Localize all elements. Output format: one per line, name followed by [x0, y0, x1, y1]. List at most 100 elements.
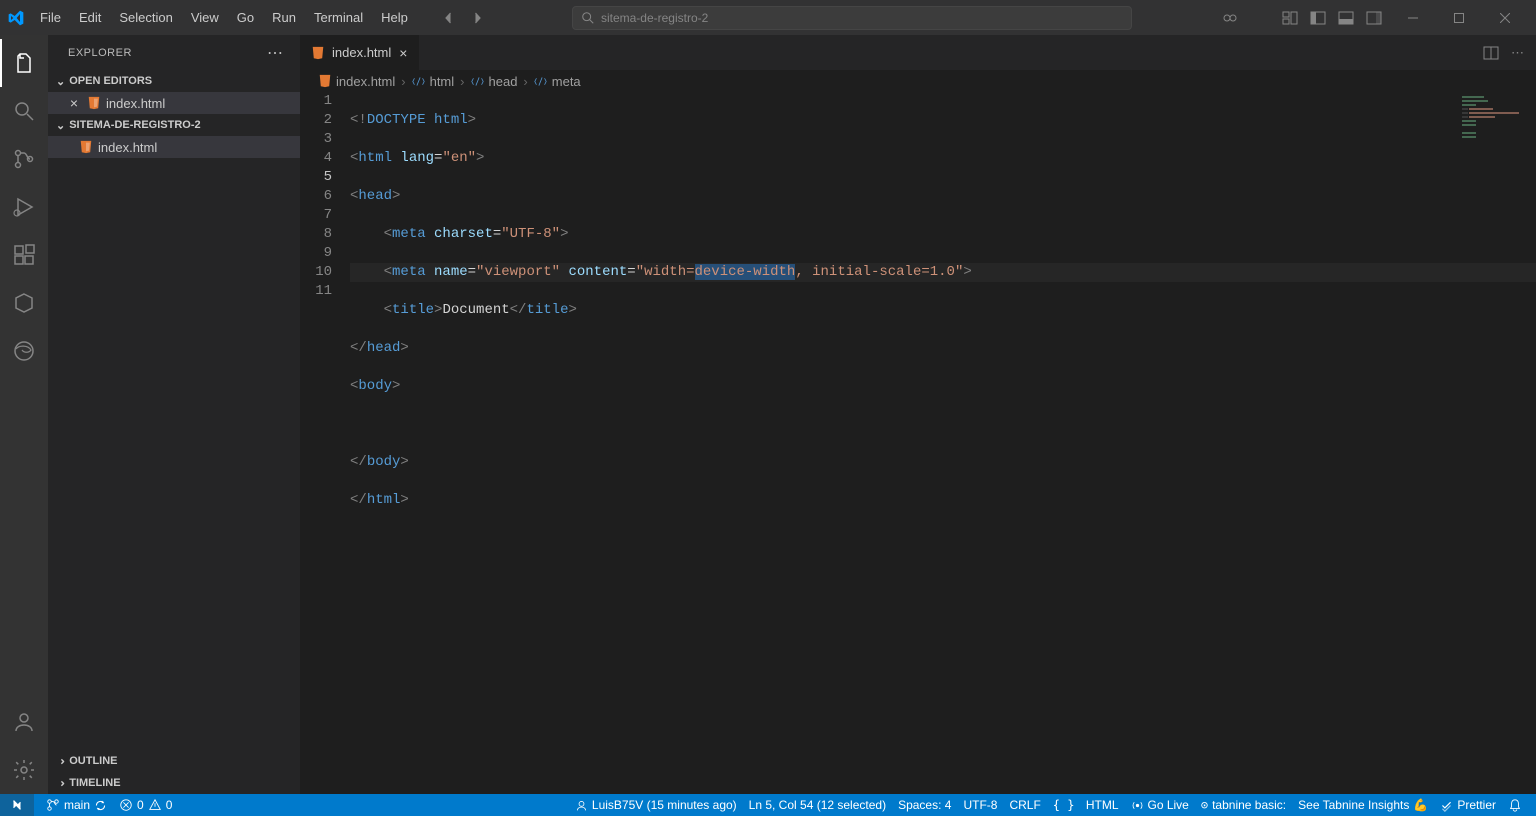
status-bar: main 0 0 LuisB75V (15 minutes ago) Ln 5,… — [0, 794, 1536, 816]
menu-selection[interactable]: Selection — [111, 6, 180, 29]
toggle-sidebar-icon[interactable] — [1310, 10, 1326, 26]
maximize-button[interactable] — [1436, 0, 1482, 35]
check-icon — [1440, 799, 1453, 812]
more-actions-icon[interactable]: ⋯ — [1511, 45, 1524, 61]
explorer-more-icon[interactable]: ⋯ — [267, 43, 284, 63]
line-gutter: 1 2 3 4 5 6 7 8 9 10 11 — [300, 92, 350, 794]
breadcrumb-meta[interactable]: meta — [552, 74, 581, 89]
code-content[interactable]: <!DOCTYPE html> <html lang="en"> <head> … — [350, 92, 1536, 794]
layout-customize-icon[interactable] — [1282, 10, 1298, 26]
open-editor-filename: index.html — [106, 96, 165, 111]
chevron-right-icon: ⌄ — [54, 778, 67, 787]
symbol-icon — [412, 74, 426, 88]
timeline-label: TIMELINE — [69, 777, 120, 789]
outline-section[interactable]: ⌄ OUTLINE — [48, 750, 300, 772]
tab-label: index.html — [332, 45, 391, 60]
split-editor-icon[interactable] — [1483, 45, 1499, 61]
activity-source-control-icon[interactable] — [0, 135, 48, 183]
editor-area: index.html × ⋯ index.html › html › head … — [300, 35, 1536, 794]
status-encoding[interactable]: UTF-8 — [957, 794, 1003, 816]
symbol-icon — [471, 74, 485, 88]
status-language[interactable]: { } HTML — [1047, 794, 1125, 816]
menu-terminal[interactable]: Terminal — [306, 6, 371, 29]
breadcrumb-html[interactable]: html — [430, 74, 455, 89]
status-eol[interactable]: CRLF — [1003, 794, 1046, 816]
vscode-logo-icon — [8, 10, 24, 26]
close-editor-icon[interactable]: × — [66, 95, 82, 111]
activity-orm-icon[interactable] — [0, 279, 48, 327]
title-bar: File Edit Selection View Go Run Terminal… — [0, 0, 1536, 35]
symbol-icon — [534, 74, 548, 88]
file-tree-item[interactable]: index.html — [48, 136, 300, 158]
menu-edit[interactable]: Edit — [71, 6, 109, 29]
activity-extensions-icon[interactable] — [0, 231, 48, 279]
toggle-secondary-sidebar-icon[interactable] — [1366, 10, 1382, 26]
status-tabnine[interactable]: ⊙ tabnine basic: — [1195, 794, 1292, 816]
menu-help[interactable]: Help — [373, 6, 416, 29]
sync-icon — [94, 799, 107, 812]
search-placeholder: sitema-de-registro-2 — [601, 11, 708, 25]
broadcast-icon — [1131, 799, 1144, 812]
activity-bar — [0, 35, 48, 794]
timeline-section[interactable]: ⌄ TIMELINE — [48, 772, 300, 794]
status-tabnine-insights[interactable]: See Tabnine Insights 💪 — [1292, 794, 1434, 816]
menu-file[interactable]: File — [32, 6, 69, 29]
status-branch[interactable]: main — [40, 794, 113, 816]
open-editors-label: OPEN EDITORS — [69, 75, 152, 87]
breadcrumb-head[interactable]: head — [489, 74, 518, 89]
menu-go[interactable]: Go — [229, 6, 262, 29]
tab-close-icon[interactable]: × — [397, 45, 409, 61]
person-icon — [575, 799, 588, 812]
status-cursor[interactable]: Ln 5, Col 54 (12 selected) — [743, 794, 892, 816]
branch-icon — [46, 798, 60, 812]
nav-back-icon[interactable] — [436, 6, 460, 30]
html-file-icon — [86, 95, 102, 111]
breadcrumb[interactable]: index.html › html › head › meta — [300, 70, 1536, 92]
status-notifications[interactable] — [1502, 794, 1528, 816]
activity-account-icon[interactable] — [0, 698, 48, 746]
html-file-icon — [310, 45, 326, 61]
search-icon — [581, 11, 595, 25]
remote-button[interactable] — [0, 794, 34, 816]
toggle-panel-icon[interactable] — [1338, 10, 1354, 26]
outline-label: OUTLINE — [69, 755, 117, 767]
status-golive[interactable]: Go Live — [1125, 794, 1195, 816]
menu-view[interactable]: View — [183, 6, 227, 29]
open-editors-section[interactable]: ⌄ OPEN EDITORS — [48, 70, 300, 92]
menu-bar: File Edit Selection View Go Run Terminal… — [32, 6, 416, 29]
menu-run[interactable]: Run — [264, 6, 304, 29]
activity-run-debug-icon[interactable] — [0, 183, 48, 231]
chevron-down-icon: ⌄ — [56, 119, 65, 132]
chevron-right-icon: ⌄ — [54, 756, 67, 765]
activity-explorer-icon[interactable] — [0, 39, 48, 87]
status-blame[interactable]: LuisB75V (15 minutes ago) — [569, 794, 743, 816]
activity-search-icon[interactable] — [0, 87, 48, 135]
html-file-icon — [78, 139, 94, 155]
status-problems[interactable]: 0 0 — [113, 794, 178, 816]
workspace-section[interactable]: ⌄ SITEMA-DE-REGISTRO-2 — [48, 114, 300, 136]
close-window-button[interactable] — [1482, 0, 1528, 35]
warning-icon — [148, 798, 162, 812]
code-editor[interactable]: 1 2 3 4 5 6 7 8 9 10 11 <!DOCTYPE html> … — [300, 92, 1536, 794]
html-file-icon — [318, 74, 332, 88]
minimap[interactable] — [1462, 96, 1522, 166]
error-icon — [119, 798, 133, 812]
command-center-search[interactable]: sitema-de-registro-2 — [572, 6, 1132, 30]
minimize-button[interactable] — [1390, 0, 1436, 35]
breadcrumb-file[interactable]: index.html — [336, 74, 395, 89]
open-editor-item[interactable]: × index.html — [48, 92, 300, 114]
file-tree-filename: index.html — [98, 140, 157, 155]
nav-arrows — [436, 6, 490, 30]
explorer-sidebar: EXPLORER ⋯ ⌄ OPEN EDITORS × index.html ⌄… — [48, 35, 300, 794]
editor-tabs: index.html × ⋯ — [300, 35, 1536, 70]
status-prettier[interactable]: Prettier — [1434, 794, 1502, 816]
copilot-icon[interactable] — [1222, 10, 1238, 26]
editor-tab[interactable]: index.html × — [300, 35, 420, 70]
activity-settings-icon[interactable] — [0, 746, 48, 794]
chevron-down-icon: ⌄ — [56, 75, 65, 88]
activity-edge-icon[interactable] — [0, 327, 48, 375]
nav-forward-icon[interactable] — [466, 6, 490, 30]
status-spaces[interactable]: Spaces: 4 — [892, 794, 957, 816]
explorer-title: EXPLORER — [68, 47, 132, 59]
workspace-label: SITEMA-DE-REGISTRO-2 — [69, 119, 200, 131]
